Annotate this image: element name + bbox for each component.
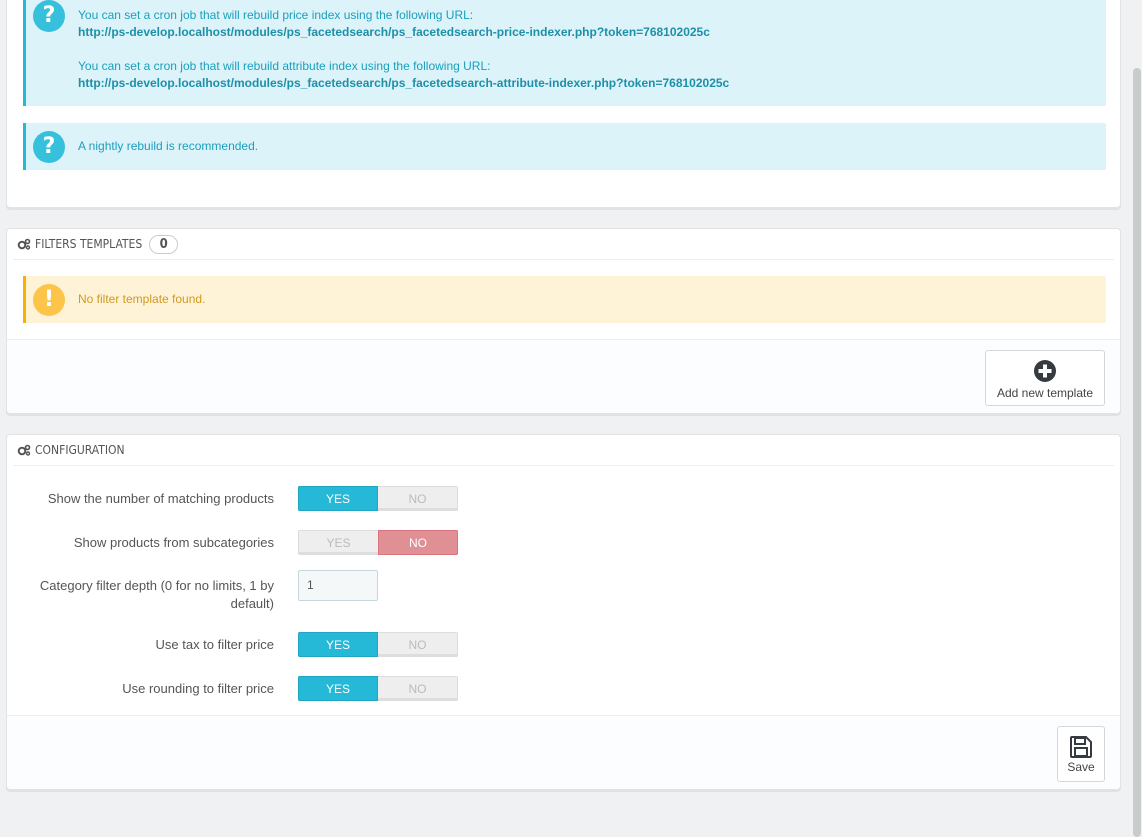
save-label: Save [1067, 760, 1095, 774]
filters-templates-panel: Filters templates 0 ! No filter template… [6, 228, 1121, 414]
warning-text: No filter template found. [78, 292, 206, 306]
plus-circle-icon [1034, 360, 1056, 382]
label-subcategories: Show products from subcategories [73, 535, 274, 550]
add-new-template-button[interactable]: Add new template [985, 350, 1105, 406]
cron-panel: ? You can set a cron job that will rebui… [6, 0, 1121, 208]
label-rounding-filter: Use rounding to filter price [122, 681, 274, 696]
form-row-matching-products: Show the number of matching products YES… [7, 486, 1107, 512]
switch-rounding-filter[interactable]: YES NO [298, 676, 458, 701]
switch-yes[interactable]: YES [298, 676, 378, 701]
cron-info-alert: ? You can set a cron job that will rebui… [23, 0, 1106, 106]
switch-subcategories[interactable]: YES NO [298, 530, 458, 555]
switch-yes[interactable]: YES [298, 530, 378, 555]
form-row-subcategories: Show products from subcategories YES NO [7, 530, 1107, 556]
form-row-rounding-filter: Use rounding to filter price YES NO [7, 676, 1107, 702]
switch-no[interactable]: NO [378, 486, 458, 511]
question-icon: ? [33, 0, 65, 32]
label-tax-filter: Use tax to filter price [155, 637, 275, 652]
no-template-warning: ! No filter template found. [23, 276, 1106, 323]
template-count-badge: 0 [149, 234, 179, 254]
switch-no[interactable]: NO [378, 632, 458, 657]
question-icon: ? [33, 131, 65, 163]
form-row-tax-filter: Use tax to filter price YES NO [7, 632, 1107, 658]
cogs-icon [17, 444, 31, 456]
save-icon [1070, 736, 1092, 758]
nightly-rebuild-text: A nightly rebuild is recommended. [78, 139, 259, 153]
save-button[interactable]: Save [1057, 726, 1105, 782]
add-new-template-label: Add new template [996, 386, 1094, 400]
scrollbar-thumb[interactable] [1133, 68, 1141, 837]
label-category-depth: Category filter depth (0 for no limits, … [39, 578, 274, 611]
switch-yes[interactable]: YES [298, 486, 378, 511]
form-row-category-depth: Category filter depth (0 for no limits, … [7, 570, 1107, 616]
nightly-rebuild-alert: ? A nightly rebuild is recommended. [23, 123, 1106, 170]
label-matching-products: Show the number of matching products [47, 491, 274, 506]
cron-price-text: You can set a cron job that will rebuild… [78, 8, 474, 22]
scrollbar-track[interactable] [1131, 0, 1142, 837]
category-depth-input[interactable]: 1 [298, 570, 378, 601]
cron-attribute-text: You can set a cron job that will rebuild… [78, 59, 491, 73]
page: ? You can set a cron job that will rebui… [0, 0, 1131, 837]
switch-tax-filter[interactable]: YES NO [298, 632, 458, 657]
panel-title: Filters templates [35, 237, 143, 251]
switch-no[interactable]: NO [378, 530, 458, 555]
panel-footer: Add new template [7, 339, 1120, 413]
panel-heading: Configuration [13, 435, 1114, 466]
cron-attribute-url[interactable]: http://ps-develop.localhost/modules/ps_f… [78, 75, 729, 92]
panel-footer: Save [7, 715, 1120, 789]
configuration-panel: Configuration Show the number of matchin… [6, 434, 1121, 790]
cogs-icon [17, 238, 31, 250]
switch-yes[interactable]: YES [298, 632, 378, 657]
switch-matching-products[interactable]: YES NO [298, 486, 458, 511]
cron-price-url[interactable]: http://ps-develop.localhost/modules/ps_f… [78, 24, 710, 41]
panel-title: Configuration [35, 443, 125, 457]
exclamation-icon: ! [33, 284, 65, 316]
panel-heading: Filters templates 0 [13, 229, 1114, 260]
switch-no[interactable]: NO [378, 676, 458, 701]
